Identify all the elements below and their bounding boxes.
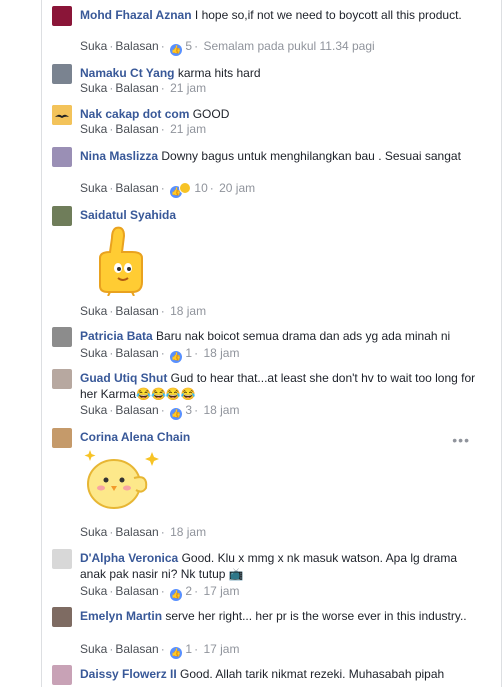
like-link[interactable]: Suka — [80, 39, 107, 53]
comment-time[interactable]: 18 jam — [170, 525, 206, 539]
reply-link[interactable]: Balasan — [115, 122, 158, 136]
comment-thread: Mohd Fhazal Aznan I hope so,if not we ne… — [0, 0, 502, 687]
comment-meta: Suka · Balasan · 21 jam — [80, 122, 207, 136]
reply-link[interactable]: Balasan — [115, 403, 158, 417]
comment-author[interactable]: Saidatul Syahida — [80, 208, 176, 222]
comment-author[interactable]: Corina Alena Chain — [80, 430, 190, 444]
comment-meta: Suka · Balasan · 👍 1 · 17 jam — [80, 642, 240, 659]
avatar[interactable] — [52, 64, 72, 84]
comment-meta: Suka · Balasan · 👍 10 · 20 jam — [80, 181, 256, 198]
comment-time[interactable]: 21 jam — [170, 122, 206, 136]
comment-text: serve her right... her pr is the worse e… — [165, 609, 467, 623]
avatar[interactable] — [52, 665, 72, 685]
reply-link[interactable]: Balasan — [115, 642, 158, 656]
like-link[interactable]: Suka — [80, 642, 107, 656]
like-reaction-icon: 👍 — [170, 351, 183, 363]
comment-text: Good. Allah tarik nikmat rezeki. Muhasab… — [180, 667, 445, 681]
reply-link[interactable]: Balasan — [115, 81, 158, 95]
comment-author[interactable]: Nina Maslizza — [80, 149, 158, 163]
like-link[interactable]: Suka — [80, 584, 107, 598]
comment-meta: Suka · Balasan · 21 jam — [80, 81, 207, 95]
comment-meta: Suka · Balasan · 👍 3 · 18 jam — [80, 403, 240, 420]
reply-link[interactable]: Balasan — [115, 584, 158, 598]
comment-meta: Suka · Balasan · 👍 5 · Semalam pada pukul 11… — [80, 39, 375, 56]
moustache-avatar-icon — [52, 105, 72, 125]
comment-time[interactable]: 21 jam — [170, 81, 206, 95]
avatar[interactable] — [52, 105, 72, 125]
comment-author[interactable]: Daissy Flowerz II — [80, 667, 177, 681]
avatar[interactable] — [52, 147, 72, 167]
reaction-count[interactable]: 2 — [185, 584, 192, 598]
avatar[interactable] — [52, 607, 72, 627]
haha-reaction-icon — [179, 182, 192, 194]
comment-text: Baru nak boicot semua drama dan ads yg a… — [156, 329, 451, 343]
like-reaction-icon: 👍 — [170, 589, 183, 601]
comment-time[interactable]: 17 jam — [203, 584, 239, 598]
thumbs-up-sticker-icon — [99, 226, 143, 297]
comment-text: Downy bagus untuk menghilangkan bau . Se… — [161, 149, 461, 163]
comment-meta: Suka · Balasan · 👍 2 · 17 jam — [80, 584, 240, 601]
comment-author[interactable]: D'Alpha Veronica — [80, 551, 178, 565]
reaction-count[interactable]: 10 — [194, 181, 207, 195]
comment-author[interactable]: Mohd Fhazal Aznan — [80, 8, 192, 22]
reply-link[interactable]: Balasan — [115, 346, 158, 360]
reaction-count[interactable]: 1 — [185, 346, 192, 360]
like-link[interactable]: Suka — [80, 81, 107, 95]
comment-time[interactable]: 17 jam — [203, 642, 239, 656]
comment-meta: Suka · Balasan · 18 jam — [80, 525, 207, 539]
comment-text: I hope so,if not we need to boycott all … — [194, 8, 462, 22]
like-link[interactable]: Suka — [80, 122, 107, 136]
chick-sticker[interactable] — [84, 448, 160, 515]
like-reaction-icon: 👍 — [170, 647, 183, 659]
avatar[interactable] — [52, 6, 72, 26]
reaction-count[interactable]: 3 — [185, 403, 192, 417]
comment-author[interactable]: Guad Utiq Shut — [80, 371, 167, 385]
comment-author[interactable]: Emelyn Martin — [80, 609, 162, 623]
avatar[interactable] — [52, 369, 72, 389]
thread-line — [41, 0, 42, 687]
like-link[interactable]: Suka — [80, 346, 107, 360]
comment-author[interactable]: Nak cakap dot com — [80, 107, 189, 121]
comment-time[interactable]: 18 jam — [203, 403, 239, 417]
avatar[interactable] — [52, 549, 72, 569]
comment-meta: Suka · Balasan · 👍 1 · 18 jam — [80, 346, 240, 363]
reply-link[interactable]: Balasan — [115, 181, 158, 195]
like-reaction-icon: 👍 — [170, 44, 183, 56]
comment-time[interactable]: 20 jam — [219, 181, 255, 195]
reply-link[interactable]: Balasan — [115, 39, 158, 53]
comment-time[interactable]: 18 jam — [203, 346, 239, 360]
more-options-icon[interactable]: ••• — [452, 432, 470, 448]
avatar[interactable] — [52, 428, 72, 448]
comment-text: GOOD — [192, 107, 230, 121]
like-reaction-icon: 👍 — [170, 408, 183, 420]
like-link[interactable]: Suka — [80, 181, 107, 195]
comment-meta: Suka · Balasan · 18 jam — [80, 304, 207, 318]
reply-link[interactable]: Balasan — [115, 525, 158, 539]
comment-time[interactable]: 18 jam — [170, 304, 206, 318]
avatar[interactable] — [52, 327, 72, 347]
comment-time[interactable]: Semalam pada pukul 11.34 pagi — [203, 39, 374, 53]
like-link[interactable]: Suka — [80, 525, 107, 539]
chick-sticker-icon — [84, 450, 159, 509]
like-link[interactable]: Suka — [80, 304, 107, 318]
reply-link[interactable]: Balasan — [115, 304, 158, 318]
avatar[interactable] — [52, 206, 72, 226]
comment-text: karma hits hard — [177, 66, 261, 80]
reaction-count[interactable]: 5 — [185, 39, 192, 53]
comment-author[interactable]: Namaku Ct Yang — [80, 66, 174, 80]
reaction-count[interactable]: 1 — [185, 642, 192, 656]
comment-author[interactable]: Patricia Bata — [80, 329, 153, 343]
like-link[interactable]: Suka — [80, 403, 107, 417]
thumbs-up-sticker[interactable] — [92, 224, 152, 299]
